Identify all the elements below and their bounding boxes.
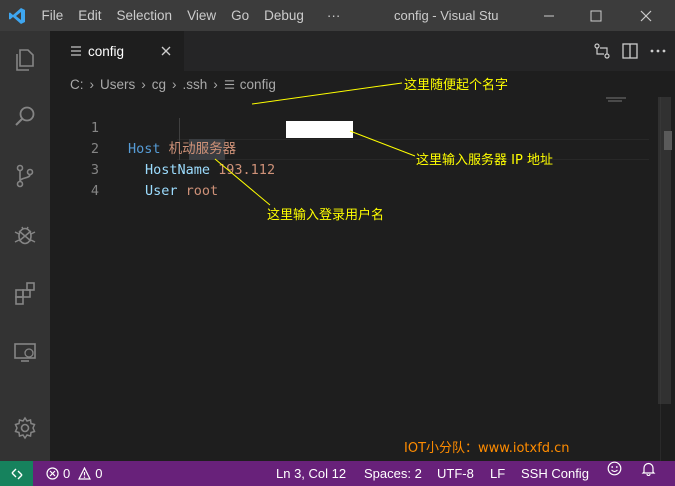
- feedback-button[interactable]: [607, 461, 622, 476]
- eol-setting[interactable]: LF: [490, 461, 505, 486]
- bell-icon: [641, 462, 656, 476]
- encoding-setting[interactable]: UTF-8: [437, 461, 474, 486]
- notifications-button[interactable]: [641, 461, 656, 476]
- warning-icon: [78, 467, 92, 480]
- annotation-arrows: [214, 82, 416, 206]
- remote-indicator-button[interactable]: [0, 461, 33, 486]
- warning-count: 0: [95, 466, 103, 481]
- language-mode[interactable]: SSH Config: [521, 461, 589, 486]
- status-bar: 0 0 Ln 3, Col 12 Spaces: 2 UTF-8 LF SSH …: [0, 461, 675, 486]
- watermark: IOT小分队：www.iotxfd.cn: [404, 441, 570, 456]
- error-icon: [46, 467, 59, 480]
- problems-button[interactable]: 0 0: [46, 461, 102, 486]
- annotation-host: 这里随便起个名字: [404, 78, 509, 93]
- smiley-icon: [607, 461, 622, 476]
- error-count: 0: [63, 466, 71, 481]
- cursor-position[interactable]: Ln 3, Col 12: [276, 461, 346, 486]
- annotation-ip: 这里输入服务器 IP 地址: [416, 153, 553, 168]
- remote-icon: [11, 468, 22, 479]
- indentation-setting[interactable]: Spaces: 2: [364, 461, 422, 486]
- annotation-user: 这里输入登录用户名: [267, 208, 385, 223]
